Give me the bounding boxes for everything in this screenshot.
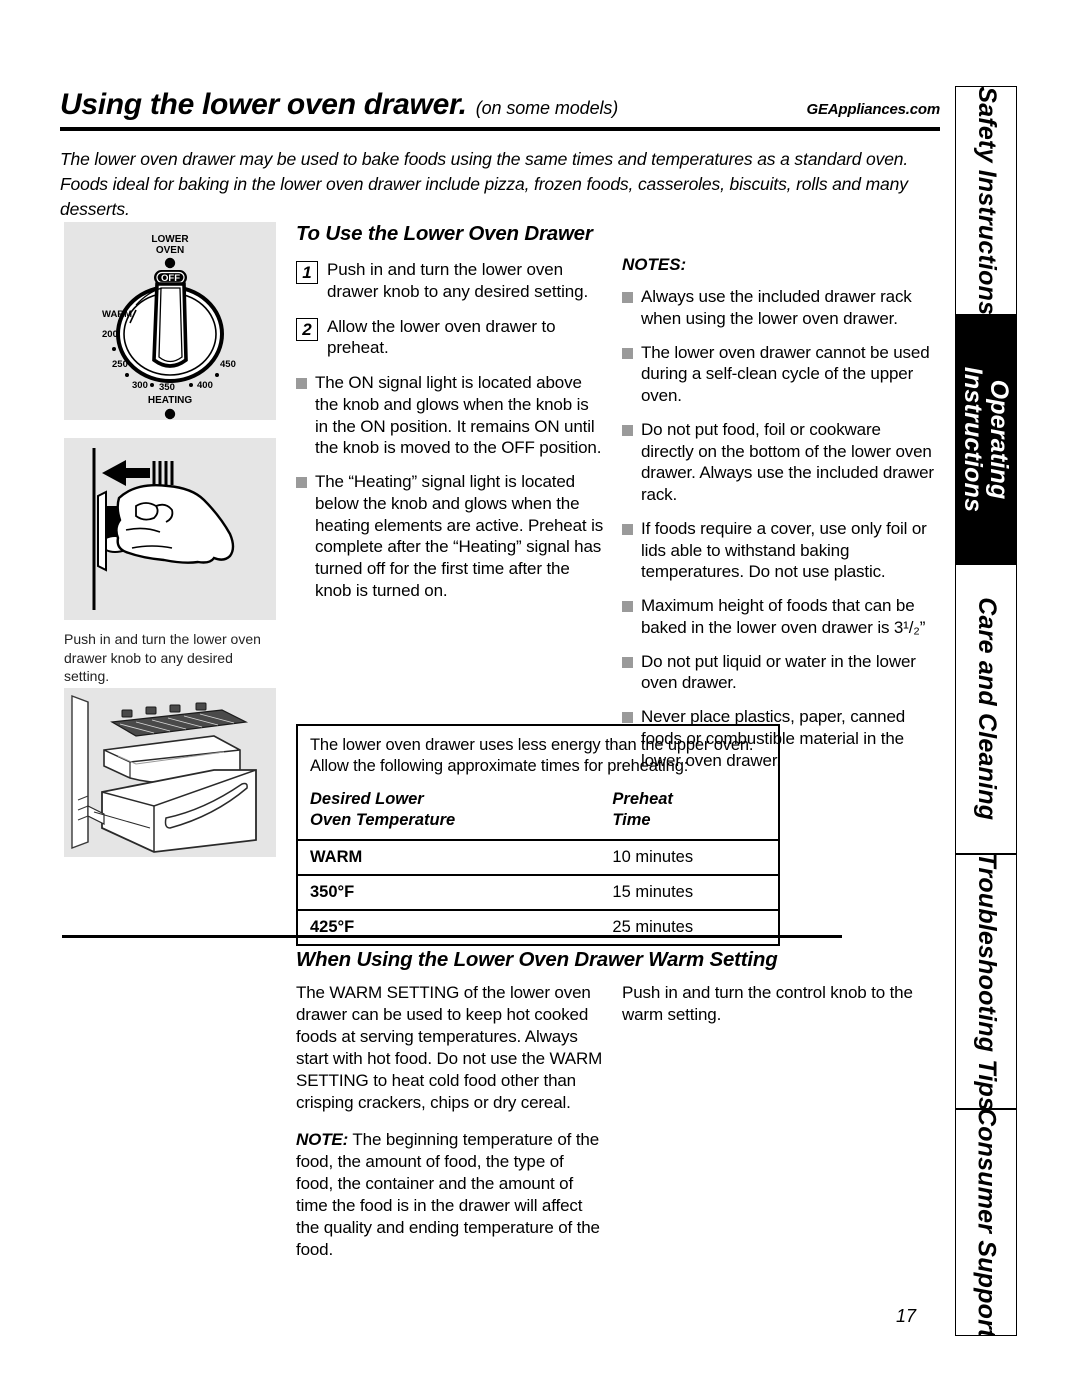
warm-setting-note: NOTE: The beginning temperature of the f… (296, 1129, 604, 1262)
note-item: Do not put liquid or water in the lower … (622, 651, 938, 695)
bullet-item: The “Heating” signal light is located be… (296, 471, 606, 602)
table-header-row: Desired Lower Oven Temperature Preheat T… (298, 780, 778, 840)
section-tab-rail: Safety Instructions Operating Instructio… (955, 86, 1017, 1336)
warm-setting-right-column: Push in and turn the control knob to the… (622, 982, 932, 1026)
notes-section: NOTES: Always use the included drawer ra… (622, 255, 938, 783)
note-item: If foods require a cover, use only foil … (622, 518, 938, 583)
step-item: 1 Push in and turn the lower oven drawer… (296, 259, 606, 303)
knob-mark-200: 200 (102, 329, 118, 340)
note-text: Always use the included drawer rack when… (641, 287, 912, 328)
preheat-time-table: The lower oven drawer uses less energy t… (296, 724, 780, 947)
square-bullet-icon (622, 601, 633, 612)
manual-page: Using the lower oven drawer. (on some mo… (0, 0, 1080, 1397)
warm-setting-paragraph: The WARM SETTING of the lower oven drawe… (296, 983, 603, 1113)
table-header-time-line2: Time (612, 810, 651, 829)
warm-setting-heading: When Using the Lower Oven Drawer Warm Se… (296, 948, 778, 971)
knob-mark-400: 400 (197, 380, 213, 391)
to-use-heading: To Use the Lower Oven Drawer (296, 222, 593, 245)
table-row: 425°F 25 minutes (298, 909, 778, 945)
cell-time: 10 minutes (600, 839, 778, 876)
note-text: Do not put food, foil or cookware direct… (641, 419, 934, 504)
square-bullet-icon (622, 424, 633, 436)
knob-label-oven: OVEN (156, 245, 184, 256)
note-text: Maximum height of foods that can be bake… (641, 596, 926, 637)
lower-oven-knob-illustration: LOWER OVEN OFF WARM 200 250 300 350 400 (64, 222, 276, 420)
notes-heading: NOTES: (622, 255, 687, 274)
page-header: Using the lower oven drawer. (on some mo… (60, 88, 940, 131)
knob-mark-300: 300 (132, 380, 148, 391)
bullet-text: The ON signal light is located above the… (315, 373, 602, 458)
note-text: The lower oven drawer cannot be used dur… (641, 342, 930, 406)
knob-label-warm: WARM (102, 309, 132, 320)
step-item: 2 Allow the lower oven drawer to preheat… (296, 316, 606, 360)
tab-label: Safety Instructions (972, 86, 1001, 315)
knob-mark-450: 450 (220, 359, 236, 370)
cell-time: 25 minutes (600, 909, 778, 945)
square-bullet-icon (296, 477, 307, 488)
page-title-subtitle: (on some models) (475, 98, 619, 118)
note-item: The lower oven drawer cannot be used dur… (622, 342, 938, 407)
push-direction-arrow (102, 460, 150, 486)
table-header-temperature-line1: Desired Lower (310, 789, 424, 808)
square-bullet-icon (622, 656, 633, 668)
table-header-temperature-line2: Oven Temperature (310, 810, 456, 829)
cell-temperature: WARM (298, 839, 601, 876)
sidebar-tab-troubleshooting-tips[interactable]: Troubleshooting Tips (955, 854, 1017, 1109)
square-bullet-icon (622, 292, 633, 303)
cell-temperature: 425°F (298, 909, 601, 945)
push-and-turn-hand-illustration (64, 438, 276, 620)
to-use-section: To Use the Lower Oven Drawer 1 Push in a… (296, 222, 606, 614)
heating-signal-light (164, 408, 176, 420)
note-text: Do not put liquid or water in the lower … (641, 651, 916, 693)
warm-setting-right-paragraph: Push in and turn the control knob to the… (622, 983, 913, 1025)
table-header-time: Preheat Time (600, 780, 778, 840)
note-item: Maximum height of foods that can be bake… (622, 595, 938, 639)
knob-label-lower: LOWER (151, 234, 189, 245)
table-header-temperature: Desired Lower Oven Temperature (298, 780, 600, 840)
step-number: 2 (296, 317, 318, 341)
bullet-item: The ON signal light is located above the… (296, 372, 606, 459)
section-divider (62, 935, 842, 938)
square-bullet-icon (622, 523, 633, 535)
step-text: Push in and turn the lower oven drawer k… (327, 260, 589, 301)
brand-website: GEAppliances.com (806, 101, 940, 118)
square-bullet-icon (622, 347, 633, 359)
drawer-front (87, 769, 257, 853)
note-item: Do not put food, foil or cookware direct… (622, 419, 938, 506)
knob-mark-250: 250 (112, 359, 128, 370)
tab-label: Troubleshooting Tips (972, 854, 1001, 1109)
bullet-text: The “Heating” signal light is located be… (315, 472, 604, 600)
page-number: 17 (896, 1306, 917, 1326)
sidebar-tab-consumer-support[interactable]: Consumer Support (955, 1109, 1017, 1336)
knob-mark-350: 350 (159, 382, 175, 393)
warm-setting-left-column: The WARM SETTING of the lower oven drawe… (296, 982, 604, 1275)
tab-label: Consumer Support (972, 1109, 1001, 1336)
on-signal-light (164, 257, 176, 269)
drawer-rack-illustration (64, 688, 276, 857)
tab-label: Operating Instructions (960, 366, 1014, 513)
note-item: Always use the included drawer rack when… (622, 286, 938, 330)
warm-setting-note-label: NOTE: (296, 1129, 349, 1149)
preheat-table-intro: The lower oven drawer uses less energy t… (310, 736, 754, 776)
cell-time: 15 minutes (600, 874, 778, 911)
tab-label: Care and Cleaning (972, 597, 1001, 821)
table-row: WARM 10 minutes (298, 839, 778, 876)
knob-label-heating: HEATING (148, 395, 192, 406)
note-text: If foods require a cover, use only foil … (641, 518, 927, 582)
header-divider (60, 127, 940, 131)
table-row: 350°F 15 minutes (298, 874, 778, 911)
intro-paragraph: The lower oven drawer may be used to bak… (60, 149, 909, 219)
page-title: Using the lower oven drawer. (60, 88, 467, 121)
sidebar-tab-care-and-cleaning[interactable]: Care and Cleaning (955, 564, 1017, 854)
hand-illustration-caption: Push in and turn the lower oven drawer k… (64, 631, 261, 685)
drawer-rack (110, 702, 249, 737)
square-bullet-icon (622, 712, 633, 723)
sidebar-tab-safety-instructions[interactable]: Safety Instructions (955, 86, 1017, 315)
table-header-time-line1: Preheat (612, 789, 673, 808)
square-bullet-icon (296, 378, 307, 389)
step-text: Allow the lower oven drawer to preheat. (327, 316, 556, 358)
sidebar-tab-operating-instructions[interactable]: Operating Instructions (955, 315, 1017, 564)
cell-temperature: 350°F (298, 874, 601, 911)
step-number: 1 (296, 261, 318, 284)
